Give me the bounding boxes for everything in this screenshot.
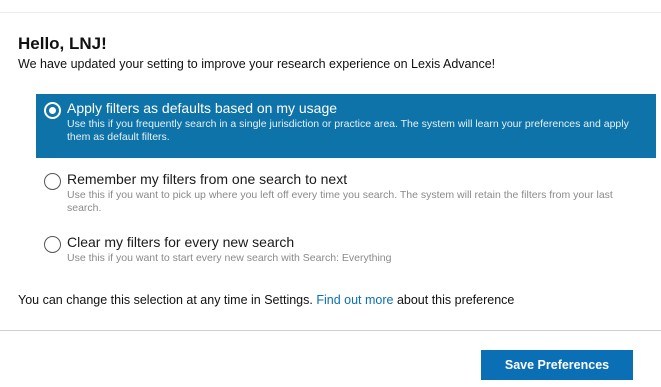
settings-note: You can change this selection at any tim… <box>18 292 514 308</box>
radio-unselected-icon[interactable] <box>44 173 61 190</box>
preferences-dialog: Hello, LNJ! We have updated your setting… <box>0 0 661 387</box>
option-text: Remember my filters from one search to n… <box>67 171 646 215</box>
option-title: Apply filters as defaults based on my us… <box>67 100 338 116</box>
bottom-divider <box>0 330 661 331</box>
intro-text: We have updated your setting to improve … <box>18 57 496 71</box>
option-title: Clear my filters for every new search <box>67 234 295 250</box>
greeting-heading: Hello, LNJ! <box>18 34 107 53</box>
option-description: Use this if you frequently search in a s… <box>67 118 629 143</box>
radio-selected-icon[interactable] <box>44 102 61 119</box>
settings-note-suffix: about this preference <box>393 293 515 307</box>
option-remember-filters[interactable]: Remember my filters from one search to n… <box>36 165 656 223</box>
option-description: Use this if you want to pick up where yo… <box>67 189 613 214</box>
radio-unselected-icon[interactable] <box>44 236 61 253</box>
option-description: Use this if you want to start every new … <box>67 252 392 264</box>
top-divider <box>0 12 661 13</box>
option-title: Remember my filters from one search to n… <box>67 171 348 187</box>
option-text: Clear my filters for every new search Us… <box>67 234 646 265</box>
option-text: Apply filters as defaults based on my us… <box>67 100 646 144</box>
settings-note-text: You can change this selection at any tim… <box>18 293 317 307</box>
option-clear-filters[interactable]: Clear my filters for every new search Us… <box>36 228 656 268</box>
find-out-more-link[interactable]: Find out more <box>316 293 393 307</box>
option-apply-filters-defaults[interactable]: Apply filters as defaults based on my us… <box>36 94 656 158</box>
save-preferences-button[interactable]: Save Preferences <box>481 350 633 380</box>
